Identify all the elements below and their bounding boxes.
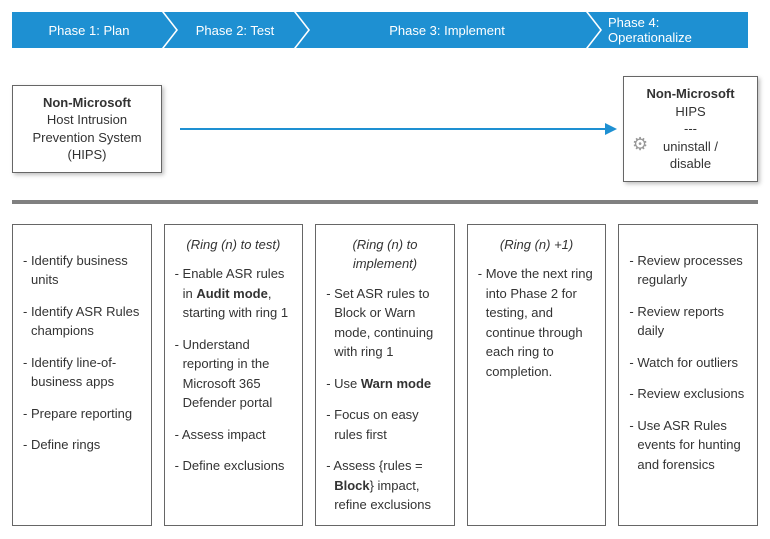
- target-action2: disable: [670, 156, 711, 171]
- list-item: - Move the next ring into Phase 2 for te…: [478, 264, 596, 381]
- source-line2: Prevention System: [32, 130, 141, 145]
- phase-arrow-row: Phase 1: PlanPhase 2: TestPhase 3: Imple…: [12, 12, 758, 48]
- list-item: - Assess {rules = Block} impact, refine …: [326, 456, 444, 515]
- phase-arrow: Phase 1: Plan: [12, 12, 162, 48]
- list-item: - Watch for outliers: [629, 353, 747, 373]
- list-item: - Identify line-of-business apps: [23, 353, 141, 392]
- source-hips-card: Non-Microsoft Host Intrusion Prevention …: [12, 85, 162, 173]
- column-heading: (Ring (n) to test): [175, 235, 293, 255]
- phase-arrow: Phase 4: Operationalize: [588, 12, 748, 48]
- migration-arrow: [180, 128, 617, 130]
- phase-detail-column: - Identify business units - Identify ASR …: [12, 224, 152, 526]
- section-divider: [12, 200, 758, 204]
- phase-detail-columns: - Identify business units - Identify ASR …: [12, 224, 758, 526]
- list-item: - Identify ASR Rules champions: [23, 302, 141, 341]
- phase-detail-column: - Review processes regularly - Review rep…: [618, 224, 758, 526]
- target-hips-card: ⚙ Non-Microsoft HIPS --- uninstall / dis…: [623, 76, 758, 182]
- phase-detail-column: (Ring (n) +1) - Move the next ring into P…: [467, 224, 607, 526]
- list-item: - Assess impact: [175, 425, 293, 445]
- phase-arrow: Phase 3: Implement: [296, 12, 586, 48]
- source-line3: (HIPS): [68, 147, 107, 162]
- gear-icon: ⚙: [632, 135, 648, 153]
- list-item: - Review reports daily: [629, 302, 747, 341]
- list-item: - Use Warn mode: [326, 374, 444, 394]
- target-sub: HIPS: [675, 104, 705, 119]
- target-title: Non-Microsoft: [646, 86, 734, 101]
- list-item: - Enable ASR rules in Audit mode, starti…: [175, 264, 293, 323]
- list-item: - Prepare reporting: [23, 404, 141, 424]
- migration-row: Non-Microsoft Host Intrusion Prevention …: [12, 76, 758, 182]
- phase-arrow: Phase 2: Test: [164, 12, 294, 48]
- list-item: - Review processes regularly: [629, 251, 747, 290]
- list-item: - Define rings: [23, 435, 141, 455]
- list-item: - Focus on easy rules first: [326, 405, 444, 444]
- list-item: - Identify business units: [23, 251, 141, 290]
- source-title: Non-Microsoft: [43, 95, 131, 110]
- target-sep: ---: [684, 121, 697, 136]
- list-item: - Use ASR Rules events for hunting and f…: [629, 416, 747, 475]
- list-item: - Understand reporting in the Microsoft …: [175, 335, 293, 413]
- column-heading: (Ring (n) +1): [478, 235, 596, 255]
- column-heading: (Ring (n) to implement): [326, 235, 444, 274]
- list-item: - Set ASR rules to Block or Warn mode, c…: [326, 284, 444, 362]
- list-item: - Review exclusions: [629, 384, 747, 404]
- phase-detail-column: (Ring (n) to test) - Enable ASR rules in …: [164, 224, 304, 526]
- source-line1: Host Intrusion: [47, 112, 127, 127]
- phase-detail-column: (Ring (n) to implement) - Set ASR rules t…: [315, 224, 455, 526]
- list-item: - Define exclusions: [175, 456, 293, 476]
- target-action1: uninstall /: [663, 139, 718, 154]
